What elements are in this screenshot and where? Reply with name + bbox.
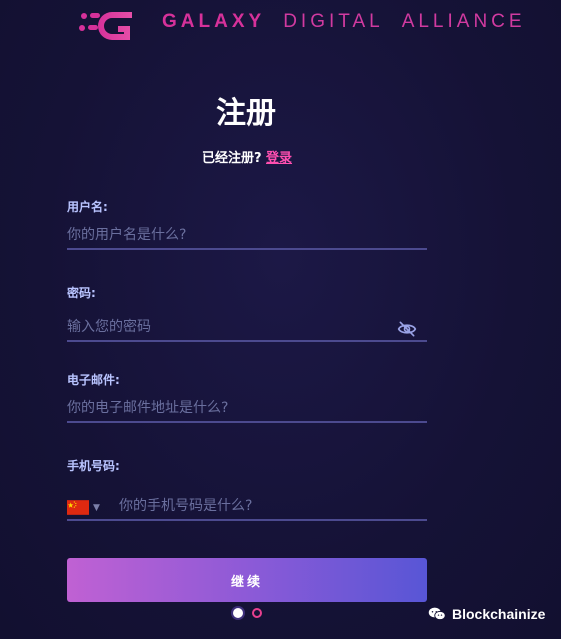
page-title: 注册 xyxy=(216,96,276,131)
brand-header: GALAXY DIGITAL ALLIANCE xyxy=(78,0,526,44)
watermark: Blockchainize xyxy=(428,606,545,622)
step-dot-1[interactable] xyxy=(233,608,243,618)
password-input[interactable] xyxy=(67,314,427,342)
step-indicator xyxy=(233,608,262,618)
eye-off-icon[interactable] xyxy=(397,319,417,339)
login-prompt: 已经注册? 登录 xyxy=(0,147,494,166)
password-field: 密码: xyxy=(67,284,427,342)
email-label: 电子邮件: xyxy=(67,373,120,387)
login-link[interactable]: 登录 xyxy=(266,151,292,166)
continue-button[interactable]: 继续 xyxy=(67,558,427,602)
already-registered-text: 已经注册? xyxy=(201,151,262,166)
password-label: 密码: xyxy=(67,286,96,300)
username-input[interactable] xyxy=(67,222,427,250)
username-label: 用户名: xyxy=(67,200,108,214)
username-field: 用户名: xyxy=(67,198,427,250)
phone-field: 手机号码: ▼ xyxy=(67,457,427,521)
phone-input[interactable] xyxy=(67,493,427,521)
step-dot-2[interactable] xyxy=(252,608,262,618)
phone-label: 手机号码: xyxy=(67,459,120,473)
email-field: 电子邮件: xyxy=(67,371,427,423)
brand-name: GALAXY DIGITAL ALLIANCE xyxy=(162,11,526,33)
brand-name-digital: DIGITAL xyxy=(283,11,384,32)
brand-name-galaxy: GALAXY xyxy=(162,11,266,32)
email-input[interactable] xyxy=(67,395,427,423)
wechat-icon xyxy=(428,607,446,621)
registration-page: GALAXY DIGITAL ALLIANCE 注册 已经注册? 登录 用户名:… xyxy=(0,0,561,639)
watermark-text: Blockchainize xyxy=(452,606,546,622)
galaxy-logo-icon xyxy=(79,12,132,40)
brand-name-alliance: ALLIANCE xyxy=(401,11,526,32)
